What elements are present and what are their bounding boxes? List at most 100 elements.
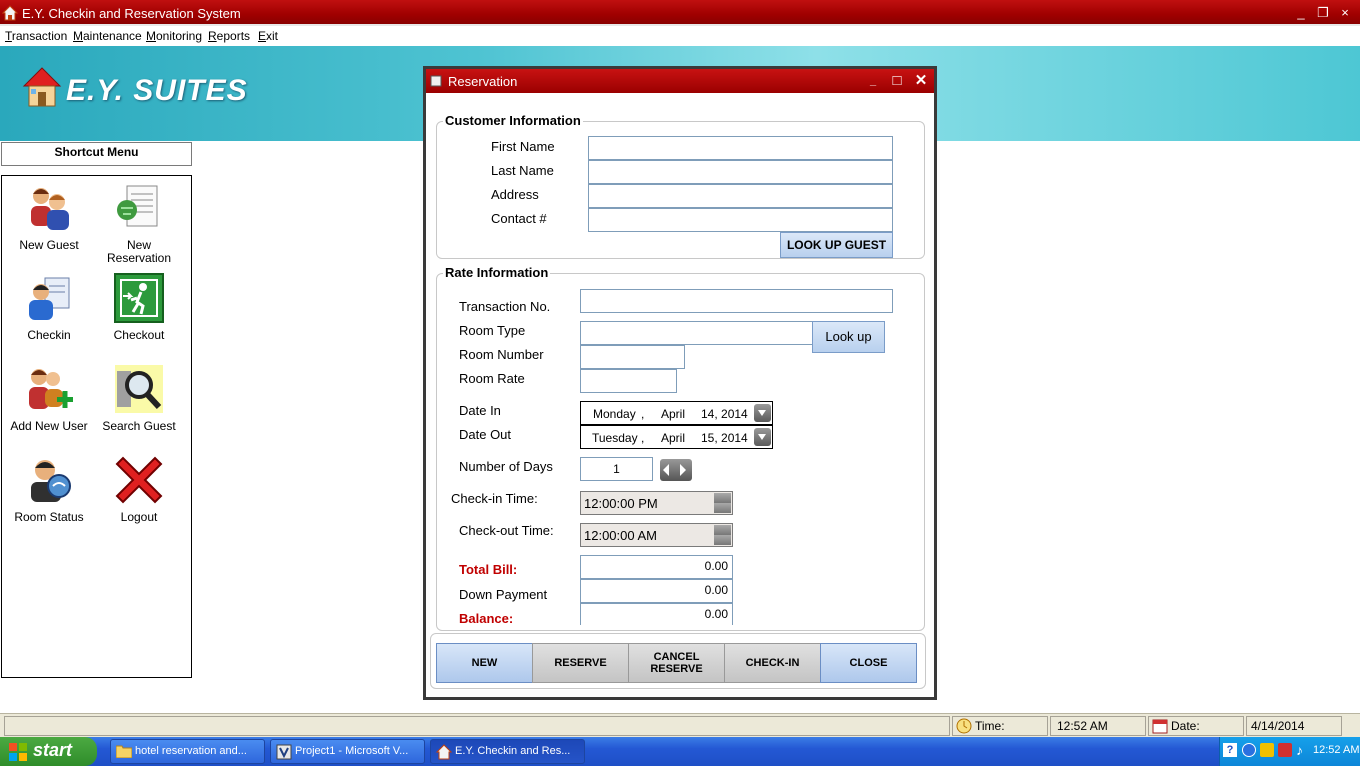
first-name-field[interactable] [588,136,893,160]
menu-exit[interactable]: Exit [258,29,278,43]
date-out-weekday: Tuesday [592,431,638,445]
days-field[interactable]: 1 [580,457,653,481]
main-title-bar: E.Y. Checkin and Reservation System _ ❐ … [0,0,1360,26]
spin-up-icon[interactable] [714,493,731,503]
guests-icon [31,188,69,230]
menu-maintenance[interactable]: Maintenance [73,29,142,43]
room-number-field[interactable] [580,345,685,369]
shortcut-add-new-user[interactable]: Add New User [4,363,94,433]
calendar-icon [1152,719,1168,734]
dialog-maximize-button[interactable]: □ [888,72,906,90]
room-look-up-button[interactable]: Look up [812,321,885,353]
customer-info-legend: Customer Information [443,113,583,128]
status-date-label: Date: [1171,719,1200,733]
contact-field[interactable] [588,208,893,232]
help-icon[interactable]: ? [1223,743,1237,757]
date-in-day-year: 14, 2014 [701,407,748,421]
dialog-title-bar: Reservation _ □ ✕ [426,69,934,93]
shortcut-new-reservation[interactable]: New Reservation [94,182,184,265]
shortcut-new-guest[interactable]: New Guest [4,182,94,252]
down-payment-field[interactable]: 0.00 [580,579,733,603]
magnifier-icon [115,365,163,413]
home-icon [2,5,18,21]
new-button[interactable]: NEW [436,643,533,683]
menu-reports[interactable]: Reports [208,29,250,43]
windows-logo-icon [9,743,27,761]
checkin-time-label: Check-in Time: [451,491,538,506]
dialog-title: Reservation [448,74,518,89]
dropdown-arrow-icon[interactable] [754,428,771,446]
dialog-close-icon[interactable]: ✕ [912,72,930,90]
volume-icon[interactable]: ♪ [1296,742,1303,758]
arrow-left-icon[interactable] [663,464,669,476]
shortcut-panel: New Guest New Reservation Checkin Checko… [1,175,192,678]
restore-button[interactable]: ❐ [1312,4,1334,22]
date-in-picker[interactable]: Monday , April 14, 2014 [580,401,773,425]
checkout-time-label: Check-out Time: [459,523,554,538]
spin-up-icon[interactable] [714,525,731,535]
status-bar: Time: 12:52 AM Date: 4/14/2014 [0,713,1360,737]
shortcut-checkin[interactable]: Checkin [4,272,94,342]
arrow-right-icon[interactable] [680,464,686,476]
date-out-picker[interactable]: Tuesday , April 15, 2014 [580,425,773,449]
network-icon[interactable] [1242,743,1256,757]
room-rate-field[interactable] [580,369,677,393]
tray-clock: 12:52 AM [1313,744,1360,756]
cancel-reserve-button[interactable]: CANCEL RESERVE [628,643,725,683]
spin-down-icon[interactable] [714,535,731,545]
checkout-time-value: 12:00:00 AM [584,528,657,543]
balance-field: 0.00 [580,603,733,625]
room-rate-label: Room Rate [459,371,525,386]
checkin-time-field[interactable]: 12:00:00 PM [580,491,733,515]
last-name-label: Last Name [491,163,554,178]
close-window-button[interactable]: × [1334,4,1356,22]
task-ey-checkin[interactable]: E.Y. Checkin and Res... [430,739,585,764]
minimize-button[interactable]: _ [1290,4,1312,22]
last-name-field[interactable] [588,160,893,184]
spin-down-icon[interactable] [714,503,731,513]
add-user-icon [29,369,73,409]
taskbar: start hotel reservation and... Project1 … [0,737,1360,766]
folder-icon [116,745,132,758]
shortcut-room-status[interactable]: Room Status [4,454,94,524]
transaction-no-label: Transaction No. [459,299,551,314]
address-label: Address [491,187,539,202]
days-updown[interactable] [660,459,692,481]
room-status-icon [31,460,71,502]
task-project1[interactable]: Project1 - Microsoft V... [270,739,425,764]
room-type-field[interactable] [580,321,813,345]
logo-text: E.Y. SUITES [66,74,248,107]
start-button[interactable]: start [0,737,97,766]
dialog-minimize-button[interactable]: _ [864,72,882,90]
rate-info-legend: Rate Information [443,265,551,280]
menu-monitoring[interactable]: Monitoring [146,29,202,43]
checkout-time-field[interactable]: 12:00:00 AM [580,523,733,547]
shortcut-label: Logout [120,510,158,524]
menu-transaction[interactable]: Transaction [5,29,67,43]
dropdown-arrow-icon[interactable] [754,404,771,422]
status-date-label-cell: Date: [1148,716,1244,736]
address-field[interactable] [588,184,893,208]
window-title: E.Y. Checkin and Reservation System [22,6,241,21]
cancel-reserve-line2: RESERVE [650,663,703,675]
task-hotel-reservation[interactable]: hotel reservation and... [110,739,265,764]
form-icon [430,75,442,87]
reserve-button[interactable]: RESERVE [532,643,629,683]
shortcut-checkout[interactable]: Checkout [94,272,184,342]
look-up-guest-button[interactable]: LOOK UP GUEST [780,232,893,258]
shield-icon[interactable] [1260,743,1274,757]
shortcut-logout[interactable]: Logout [94,454,184,524]
shortcut-search-guest[interactable]: Search Guest [94,363,184,433]
total-bill-field: 0.00 [580,555,733,579]
transaction-no-field[interactable] [580,289,893,313]
check-in-button[interactable]: CHECK-IN [724,643,821,683]
status-time-label-cell: Time: [952,716,1048,736]
contact-label: Contact # [491,211,547,226]
home-icon [436,744,452,760]
room-number-label: Room Number [459,347,544,362]
close-button[interactable]: CLOSE [820,643,917,683]
down-payment-label: Down Payment [459,587,548,602]
shortcut-label: New Guest [19,238,79,252]
shortcut-label: Checkin [27,328,71,342]
antivirus-icon[interactable] [1278,743,1292,757]
